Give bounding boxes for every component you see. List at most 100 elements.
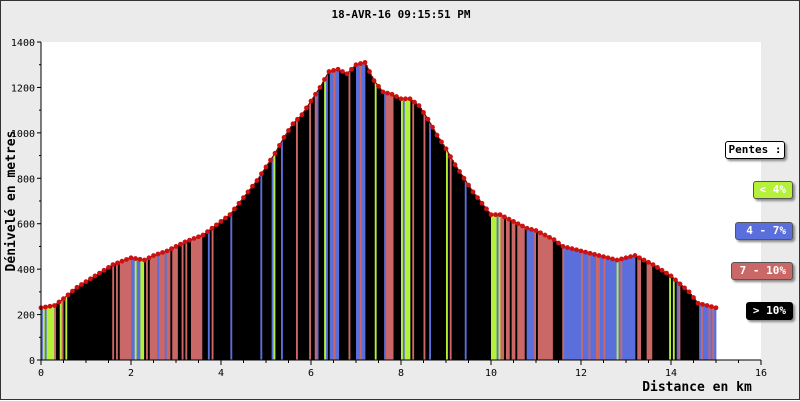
profile-marker [659,267,665,273]
y-tick-label: 1400 [11,38,35,49]
profile-marker [79,282,84,287]
profile-marker [92,273,98,279]
y-tick-label: 1200 [11,83,35,94]
x-tick-label: 2 [128,368,134,379]
profile-marker [322,77,327,82]
profile-marker [389,91,395,97]
profile-marker [151,253,156,258]
profile-marker [713,305,719,311]
profile-marker [497,212,503,218]
profile-marker [709,304,714,310]
profile-marker [673,277,678,283]
profile-marker [52,303,57,308]
profile-marker [290,121,296,127]
profile-marker [110,262,116,267]
profile-marker [196,234,201,240]
x-tick-label: 10 [485,368,497,379]
profile-marker [340,69,345,74]
profile-marker [596,253,602,258]
profile-marker [632,253,638,258]
profile-marker [43,304,48,310]
profile-marker [295,116,300,122]
profile-marker [182,239,188,245]
profile-marker [407,96,413,102]
profile-marker [502,214,507,220]
profile-marker [101,267,107,273]
profile-marker [682,285,687,291]
profile-marker [691,295,696,300]
profile-marker [137,256,143,262]
profile-marker [488,212,494,218]
profile-marker [565,245,570,250]
x-tick-label: 4 [218,368,224,379]
y-tick-label: 400 [17,265,35,276]
profile-marker [592,251,597,257]
profile-marker [511,219,516,224]
y-axis-label: Dénivelé en metres [4,131,19,272]
profile-marker [367,69,372,74]
chart-title: 18-AVR-16 09:15:51 PM [331,8,470,21]
profile-marker [349,66,354,72]
profile-marker [83,279,89,285]
legend-entry-7-10: 7 - 10% [731,262,793,280]
profile-marker [272,150,278,156]
profile-marker [304,105,309,111]
profile-marker [542,232,548,238]
profile-marker [619,256,624,262]
profile-marker [353,62,359,68]
legend-entry-4-7: 4 - 7% [735,222,793,240]
y-tick-label: 800 [17,174,35,185]
profile-marker [362,60,368,65]
profile-marker [425,116,431,122]
profile-marker [308,98,314,104]
profile-marker [245,189,251,195]
profile-marker [556,240,561,246]
profile-marker [371,78,377,84]
profile-marker [641,257,647,263]
profile-marker [574,247,579,253]
profile-marker [376,83,381,89]
profile-marker [457,169,462,174]
profile-marker [560,244,566,249]
profile-marker [601,254,606,260]
profile-marker [146,255,152,261]
profile-marker [205,229,210,235]
profile-marker [475,195,480,200]
y-tick-label: 200 [17,311,35,322]
profile-marker [313,91,318,97]
profile-marker [61,296,66,302]
profile-marker [695,300,701,306]
x-tick-label: 6 [308,368,314,379]
legend-title: Pentes : [725,141,785,159]
profile-marker [452,162,458,168]
profile-marker [331,67,336,73]
profile-marker [241,195,246,200]
profile-marker [227,212,233,218]
profile-marker [317,85,323,90]
profile-marker [551,237,557,243]
profile-marker [506,216,512,222]
profile-marker [160,250,165,255]
profile-marker [178,241,183,247]
profile-marker [605,255,611,261]
profile-marker [430,124,435,130]
profile-marker [515,221,521,227]
profile-marker [614,257,620,263]
profile-marker [664,270,669,276]
profile-marker [97,270,102,276]
profile-marker [259,171,264,177]
profile-marker [421,110,426,115]
profile-marker [232,206,237,212]
profile-marker [547,234,552,240]
profile-marker [569,246,575,252]
profile-marker [133,256,138,261]
profile-marker [650,262,656,267]
slope-bar [714,307,717,360]
x-ticks: 0 2 4 6 8 10 12 14 16 [38,360,767,379]
profile-marker [209,225,215,231]
profile-marker [70,288,75,294]
profile-marker [583,249,588,255]
profile-marker [47,303,53,309]
profile-marker [74,284,80,290]
profile-marker [254,178,260,183]
